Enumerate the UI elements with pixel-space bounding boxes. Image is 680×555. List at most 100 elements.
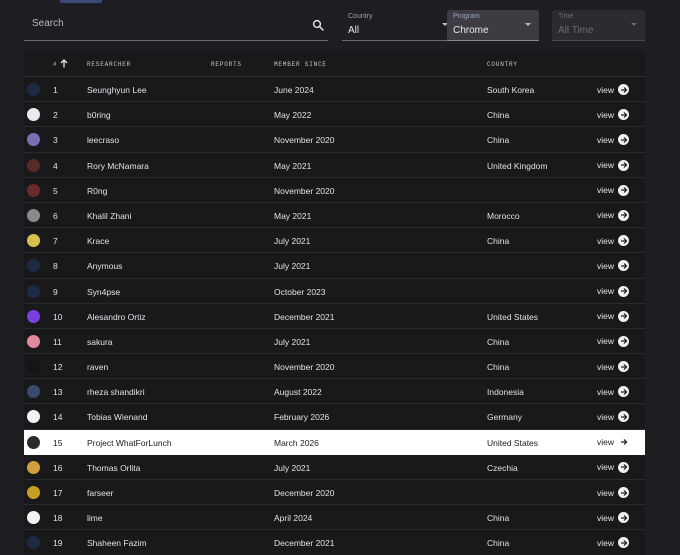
table-row[interactable]: 14 Tobias Wienand February 2026 Germany view bbox=[24, 404, 645, 430]
arrow-right-circle-icon[interactable] bbox=[618, 109, 630, 121]
table-row[interactable]: 7 Krace July 2021 China view bbox=[24, 228, 645, 254]
researcher-name: Thomas Orlita bbox=[87, 462, 141, 473]
avatar bbox=[27, 536, 40, 550]
arrow-right-circle-icon[interactable] bbox=[618, 335, 630, 347]
view-label: view bbox=[597, 160, 615, 171]
view-button[interactable]: view bbox=[597, 411, 630, 423]
view-button[interactable]: view bbox=[597, 209, 630, 221]
view-button[interactable]: view bbox=[597, 537, 630, 549]
view-label: view bbox=[597, 462, 615, 473]
view-button[interactable]: view bbox=[597, 512, 630, 524]
view-button[interactable]: view bbox=[597, 159, 630, 171]
table-row[interactable]: 8 Anymous July 2021 view bbox=[24, 253, 645, 279]
avatar bbox=[27, 83, 40, 96]
table-row[interactable]: 1 Seunghyun Lee June 2024 South Korea view bbox=[24, 77, 645, 103]
member-since-cell: February 2026 bbox=[274, 412, 330, 423]
table-row[interactable]: 10 Alesandro Ortiz December 2021 United Sta… bbox=[24, 304, 645, 329]
view-button[interactable]: view bbox=[597, 235, 630, 247]
arrow-right-circle-icon[interactable] bbox=[618, 209, 630, 221]
program-select-label: Program bbox=[453, 13, 480, 20]
table-row[interactable]: 16 Thomas Orlita July 2021 Czechia view bbox=[24, 455, 645, 480]
view-button[interactable]: view bbox=[597, 361, 630, 373]
header-researcher[interactable]: RESEARCHER bbox=[87, 61, 131, 68]
arrow-right-circle-icon[interactable] bbox=[618, 235, 630, 247]
table-row[interactable]: 18 lime April 2024 China view bbox=[24, 505, 645, 531]
view-button[interactable]: view bbox=[597, 285, 630, 297]
country-cell: United Kingdom bbox=[487, 160, 548, 171]
rank-cell: 18 bbox=[53, 513, 63, 524]
arrow-right-circle-icon[interactable] bbox=[618, 260, 630, 272]
caret-down-icon bbox=[525, 23, 531, 26]
leaderboard-table: # RESEARCHER REPORTS MEMBER SINCE COUNTR… bbox=[24, 51, 645, 555]
member-since-cell: November 2020 bbox=[274, 362, 335, 373]
table-row[interactable]: 19 Shaheen Fazim December 2021 China view bbox=[24, 530, 645, 555]
table-row[interactable]: 4 Rory McNamara May 2021 United Kingdom view bbox=[24, 153, 645, 178]
country-select[interactable]: Country All bbox=[342, 10, 456, 41]
header-rank[interactable]: # bbox=[53, 61, 57, 68]
view-label: view bbox=[597, 512, 615, 523]
table-row[interactable]: 3 leecraso November 2020 China view bbox=[24, 127, 645, 153]
arrow-right-circle-icon[interactable] bbox=[618, 84, 630, 95]
table-row[interactable]: 2 b0ring May 2022 China view bbox=[24, 102, 645, 128]
view-button[interactable]: view bbox=[597, 386, 630, 398]
country-cell: United States bbox=[487, 437, 539, 448]
view-label: view bbox=[597, 260, 615, 271]
avatar bbox=[27, 460, 40, 474]
arrow-right-circle-icon[interactable] bbox=[618, 184, 630, 196]
arrow-right-circle-icon[interactable] bbox=[618, 159, 630, 171]
avatar bbox=[27, 208, 40, 222]
view-button[interactable]: view bbox=[597, 184, 630, 196]
table-row[interactable]: 15 Project WhatForLunch March 2026 United S… bbox=[24, 429, 645, 455]
arrow-right-circle-icon[interactable] bbox=[618, 134, 630, 146]
arrow-right-circle-icon[interactable] bbox=[618, 285, 630, 297]
search-input[interactable] bbox=[32, 18, 302, 29]
arrow-right-circle-icon[interactable] bbox=[618, 512, 630, 524]
view-button[interactable]: view bbox=[597, 260, 630, 272]
member-since-cell: June 2024 bbox=[274, 85, 314, 95]
researcher-name: raven bbox=[87, 362, 109, 373]
header-member-since[interactable]: MEMBER SINCE bbox=[274, 61, 327, 68]
arrow-right-circle-icon[interactable] bbox=[618, 386, 630, 398]
caret-down-icon bbox=[631, 23, 637, 26]
view-button[interactable]: view bbox=[597, 335, 630, 347]
arrow-right-circle-icon[interactable] bbox=[618, 537, 630, 549]
arrow-right-circle-icon[interactable] bbox=[618, 487, 630, 498]
arrow-right-circle-icon[interactable] bbox=[618, 461, 630, 473]
program-select[interactable]: Program Chrome bbox=[447, 10, 539, 41]
view-button[interactable]: view bbox=[597, 134, 630, 146]
researcher-name: Seunghyun Lee bbox=[87, 85, 147, 95]
arrow-right-circle-icon[interactable] bbox=[618, 310, 630, 322]
table-row[interactable]: 5 R0ng November 2020 view bbox=[24, 178, 645, 203]
view-button[interactable]: view bbox=[597, 109, 630, 121]
top-tab-indicator bbox=[60, 0, 102, 3]
time-select[interactable]: Time All Time bbox=[552, 10, 645, 41]
table-row[interactable]: 9 Syn4pse October 2023 view bbox=[24, 279, 645, 304]
table-row[interactable]: 17 farseer December 2020 view bbox=[24, 480, 645, 506]
view-button[interactable]: view bbox=[597, 461, 630, 473]
view-button[interactable]: view bbox=[597, 310, 630, 322]
arrow-right-circle-icon[interactable] bbox=[618, 411, 630, 423]
view-button[interactable]: view bbox=[597, 84, 630, 95]
member-since-cell: March 2026 bbox=[274, 437, 319, 448]
rank-cell: 13 bbox=[53, 387, 63, 398]
view-button[interactable]: view bbox=[597, 487, 630, 498]
country-cell: Morocco bbox=[487, 210, 520, 221]
header-reports[interactable]: REPORTS bbox=[211, 61, 242, 68]
search-icon[interactable] bbox=[312, 19, 324, 31]
table-row[interactable]: 13 rheza shandikri August 2022 Indonesia vie… bbox=[24, 379, 645, 405]
view-button[interactable]: view bbox=[597, 437, 629, 448]
arrow-right-circle-icon[interactable] bbox=[618, 437, 629, 448]
table-row[interactable]: 11 sakura July 2021 China view bbox=[24, 329, 645, 355]
header-country[interactable]: COUNTRY bbox=[487, 61, 518, 68]
member-since-cell: August 2022 bbox=[274, 387, 322, 398]
view-label: view bbox=[597, 134, 615, 145]
arrow-up-icon[interactable] bbox=[60, 59, 68, 68]
search-field[interactable] bbox=[24, 10, 328, 41]
table-row[interactable]: 12 raven November 2020 China view bbox=[24, 354, 645, 380]
country-cell: China bbox=[487, 513, 510, 524]
view-label: view bbox=[597, 361, 615, 372]
member-since-cell: May 2021 bbox=[274, 160, 312, 171]
arrow-right-circle-icon[interactable] bbox=[618, 361, 630, 373]
table-row[interactable]: 6 Khalil Zhani May 2021 Morocco view bbox=[24, 203, 645, 229]
time-select-label: Time bbox=[558, 13, 574, 20]
